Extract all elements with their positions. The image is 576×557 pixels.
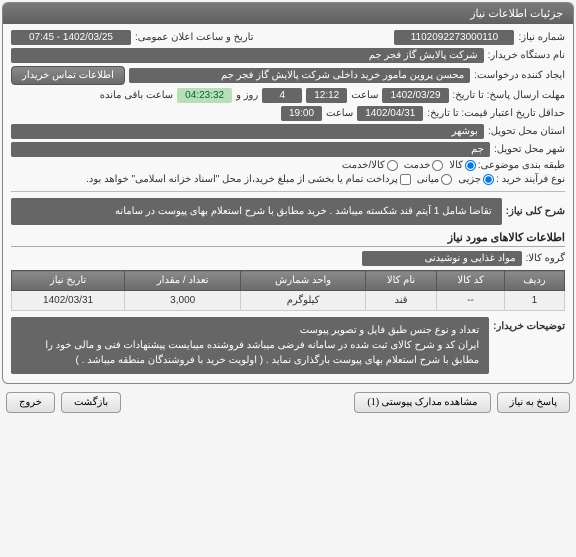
validity-time: 19:00 [281,106,322,121]
buyer-org-value: شرکت پالایش گاز فجر جم [11,48,484,63]
cell-date: 1402/03/31 [12,291,125,311]
budget-radio-2[interactable] [387,160,398,171]
goods-group-value: مواد غذایی و نوشیدنی [362,251,522,266]
announce-label: تاریخ و ساعت اعلان عمومی: [135,32,254,43]
th-qty: تعداد / مقدار [125,271,241,291]
table-row[interactable]: 1 -- قند کیلوگرم 3,000 1402/03/31 [12,291,565,311]
buytype-opt-0[interactable]: جزیی [458,174,494,185]
th-unit: واحد شمارش [241,271,366,291]
remain-label: ساعت باقی مانده [100,90,173,101]
province-label: استان محل تحویل: [488,126,565,137]
countdown-value: 04:23:32 [177,88,232,103]
budget-opt-0[interactable]: کالا [449,160,476,171]
th-code: کد کالا [437,271,505,291]
validity-time-label: ساعت [326,108,353,119]
goods-section-title: اطلاعات کالاهای مورد نیاز [11,231,565,247]
exit-button[interactable]: خروج [6,392,55,413]
budget-opt-1-label: خدمت [404,160,431,171]
table-header-row: ردیف کد کالا نام کالا واحد شمارش تعداد /… [12,271,565,291]
panel-title: جزئیات اطلاعات نیاز [3,3,573,24]
budget-radio-0[interactable] [465,160,476,171]
requester-label: ایجاد کننده درخواست: [474,70,565,81]
details-panel: جزئیات اطلاعات نیاز شماره نیاز: 11020922… [2,2,574,384]
announce-value: 1402/03/25 - 07:45 [11,30,131,45]
budget-radio-1[interactable] [432,160,443,171]
goods-table: ردیف کد کالا نام کالا واحد شمارش تعداد /… [11,270,565,311]
buytype-opt-0-label: جزیی [458,174,481,185]
deadline-date: 1402/03/29 [382,88,448,103]
need-desc-label: شرح کلی نیاز: [506,206,565,217]
back-button[interactable]: بازگشت [61,392,121,413]
province-value: بوشهر [11,124,484,139]
contact-button[interactable]: اطلاعات تماس خریدار [11,66,125,85]
need-no-label: شماره نیاز: [518,32,565,43]
validity-label: حداقل تاریخ اعتبار قیمت: تا تاریخ: [427,108,565,119]
cell-name: قند [365,291,436,311]
deadline-time: 12:12 [306,88,347,103]
treasury-checkbox[interactable] [400,174,411,185]
deadline-days: 4 [262,88,302,103]
th-date: تاریخ نیاز [12,271,125,291]
cell-unit: کیلوگرم [241,291,366,311]
city-value: جم [11,142,490,157]
city-label: شهر محل تحویل: [494,144,565,155]
budget-opt-1[interactable]: خدمت [404,160,444,171]
buytype-radio-0[interactable] [483,174,494,185]
budget-opt-2[interactable]: کالا/خدمت [342,160,398,171]
budget-label: طبقه بندی موضوعی: [478,160,565,171]
reply-button[interactable]: پاسخ به نیاز [497,392,571,413]
th-idx: ردیف [504,271,564,291]
goods-group-label: گروه کالا: [526,253,565,264]
buyer-org-label: نام دستگاه خریدار: [488,50,565,61]
deadline-day-label: روز و [236,90,258,101]
requester-value: محسن پروین مامور خرید داخلی شرکت پالایش … [129,68,470,83]
need-desc-value: تقاضا شامل 1 آیتم قند شکسته میباشد . خری… [11,198,502,225]
buytype-radio-1[interactable] [441,174,452,185]
budget-opt-2-label: کالا/خدمت [342,160,385,171]
th-name: نام کالا [365,271,436,291]
cell-idx: 1 [504,291,564,311]
deadline-label: مهلت ارسال پاسخ: تا تاریخ: [453,90,565,101]
buyer-notes-value: تعداد و نوع جنس طبق فایل و تصویر پیوست ا… [11,317,489,374]
validity-date: 1402/04/31 [357,106,423,121]
bottom-bar: پاسخ به نیاز مشاهده مدارک پیوستی (1) باز… [0,386,576,419]
treasury-note: پرداخت تمام یا بخشی از مبلغ خرید،از محل … [86,174,398,185]
buyer-notes-label: توضیحات خریدار: [493,317,565,332]
attachments-button[interactable]: مشاهده مدارک پیوستی (1) [354,392,490,413]
panel-body: شماره نیاز: 1102092273000110 تاریخ و ساع… [3,24,573,383]
buytype-label: نوع فرآیند خرید : [496,174,565,185]
need-no-value: 1102092273000110 [394,30,514,45]
budget-opt-0-label: کالا [449,160,463,171]
deadline-time-label: ساعت [351,90,378,101]
buytype-opt-1[interactable]: میانی [417,174,453,185]
cell-code: -- [437,291,505,311]
treasury-check[interactable]: پرداخت تمام یا بخشی از مبلغ خرید،از محل … [86,174,411,185]
cell-qty: 3,000 [125,291,241,311]
buytype-opt-1-label: میانی [417,174,440,185]
